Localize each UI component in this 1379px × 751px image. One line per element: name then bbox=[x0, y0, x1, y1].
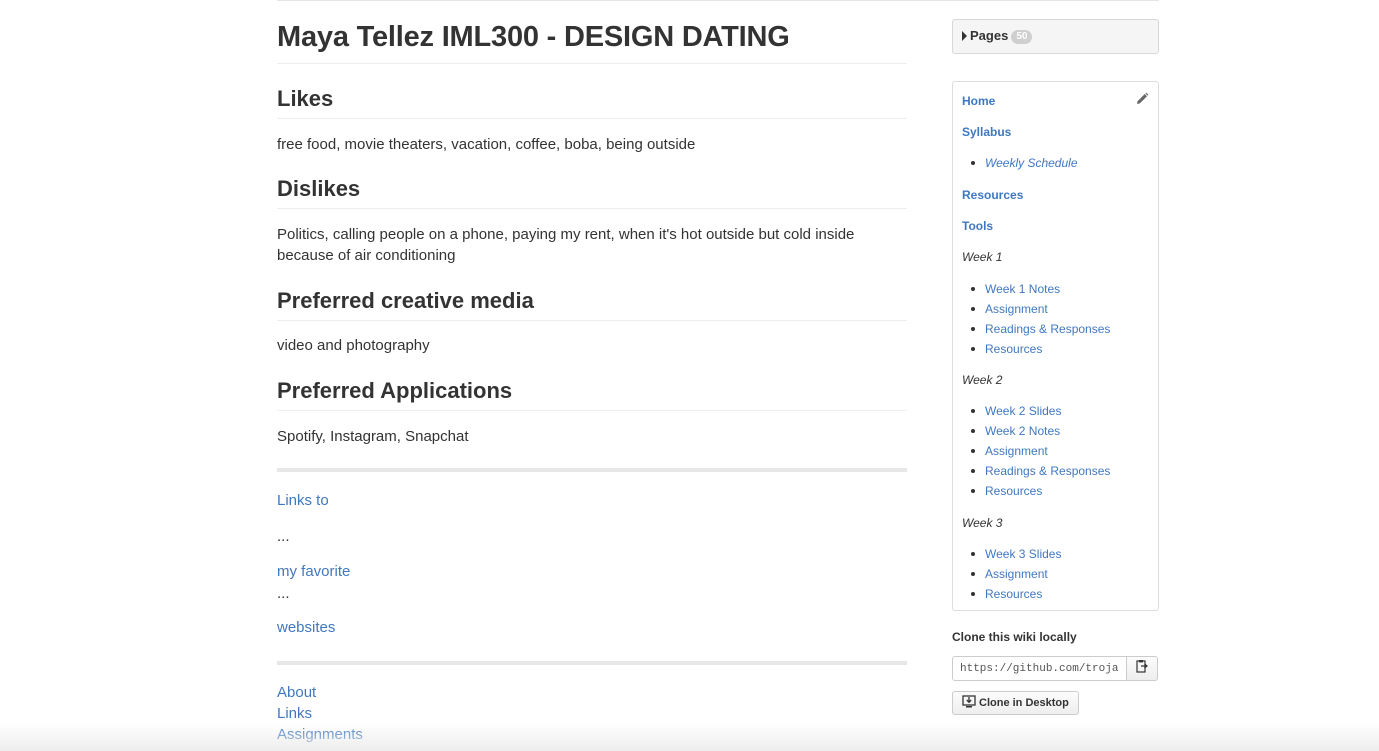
websites-link[interactable]: websites bbox=[277, 618, 335, 638]
bullet bbox=[971, 409, 975, 413]
dislikes-heading: Dislikes bbox=[277, 175, 907, 209]
nav-week1-readings[interactable]: Readings & Responses bbox=[985, 321, 1110, 337]
nav-week2-slides[interactable]: Week 2 Slides bbox=[985, 403, 1061, 419]
bullet bbox=[971, 429, 975, 433]
wiki-content: Maya Tellez IML300 - DESIGN DATING Likes… bbox=[277, 0, 907, 743]
preferred-media-text: video and photography bbox=[277, 337, 430, 354]
nav-week2-notes[interactable]: Week 2 Notes bbox=[985, 423, 1060, 439]
dislikes-text: Politics, calling people on a phone, pay… bbox=[277, 226, 855, 264]
bullet bbox=[971, 572, 975, 576]
bullet bbox=[971, 592, 975, 596]
caret-right-icon bbox=[962, 31, 967, 41]
week2-label: Week 2 bbox=[962, 373, 1003, 387]
nav-home[interactable]: Home bbox=[962, 93, 995, 109]
footer-link-about[interactable]: About bbox=[277, 683, 316, 703]
nav-week3-slides[interactable]: Week 3 Slides bbox=[985, 546, 1061, 562]
links-to-link[interactable]: Links to bbox=[277, 491, 329, 511]
pages-toggle[interactable]: Pages 50 bbox=[952, 19, 1159, 54]
footer-link-links[interactable]: Links bbox=[277, 704, 312, 724]
bullet bbox=[971, 489, 975, 493]
nav-syllabus[interactable]: Syllabus bbox=[962, 124, 1011, 140]
nav-weekly-schedule[interactable]: Weekly Schedule bbox=[985, 155, 1078, 171]
nav-week2-resources[interactable]: Resources bbox=[985, 483, 1042, 499]
nav-week1-notes[interactable]: Week 1 Notes bbox=[985, 281, 1060, 297]
bullet bbox=[971, 552, 975, 556]
my-favorite-link[interactable]: my favorite bbox=[277, 562, 350, 582]
ellipsis-text: ... bbox=[277, 528, 290, 545]
clipboard-icon bbox=[1136, 659, 1148, 678]
likes-text: free food, movie theaters, vacation, cof… bbox=[277, 136, 696, 153]
preferred-apps-text: Spotify, Instagram, Snapchat bbox=[277, 428, 469, 445]
section-divider bbox=[277, 468, 907, 472]
clone-in-desktop-button[interactable]: Clone in Desktop bbox=[952, 691, 1079, 715]
nav-week3-assignment[interactable]: Assignment bbox=[985, 566, 1048, 582]
page-title: Maya Tellez IML300 - DESIGN DATING bbox=[277, 0, 907, 64]
clone-wiki-title: Clone this wiki locally bbox=[952, 630, 1077, 644]
pages-count-badge: 50 bbox=[1011, 30, 1033, 44]
nav-week2-assignment[interactable]: Assignment bbox=[985, 443, 1048, 459]
clone-url-field[interactable] bbox=[952, 656, 1127, 681]
nav-week2-readings[interactable]: Readings & Responses bbox=[985, 463, 1110, 479]
footer-link-assignments[interactable]: Assignments bbox=[277, 725, 363, 745]
copy-url-button[interactable] bbox=[1126, 656, 1158, 681]
nav-resources[interactable]: Resources bbox=[962, 187, 1023, 203]
bullet bbox=[971, 161, 975, 165]
week1-label: Week 1 bbox=[962, 250, 1003, 264]
pages-label: Pages bbox=[970, 28, 1009, 43]
likes-heading: Likes bbox=[277, 85, 907, 119]
bullet bbox=[971, 327, 975, 331]
ellipsis-text: ... bbox=[277, 585, 290, 602]
desktop-download-icon bbox=[962, 695, 976, 711]
wiki-sidebar-nav: Home Syllabus Weekly Schedule Resources … bbox=[952, 81, 1159, 611]
bullet bbox=[971, 449, 975, 453]
bullet bbox=[971, 469, 975, 473]
window-bottom-shadow bbox=[0, 723, 1379, 751]
nav-tools[interactable]: Tools bbox=[962, 218, 993, 234]
clone-in-desktop-label: Clone in Desktop bbox=[979, 697, 1069, 709]
preferred-media-heading: Preferred creative media bbox=[277, 287, 907, 321]
nav-week3-resources[interactable]: Resources bbox=[985, 586, 1042, 602]
bullet bbox=[971, 347, 975, 351]
nav-week1-assignment[interactable]: Assignment bbox=[985, 301, 1048, 317]
week3-label: Week 3 bbox=[962, 516, 1003, 530]
bullet bbox=[971, 307, 975, 311]
edit-pencil-icon[interactable] bbox=[1135, 92, 1149, 106]
bullet bbox=[971, 287, 975, 291]
nav-week1-resources[interactable]: Resources bbox=[985, 341, 1042, 357]
footer-divider bbox=[277, 661, 907, 665]
preferred-apps-heading: Preferred Applications bbox=[277, 377, 907, 411]
